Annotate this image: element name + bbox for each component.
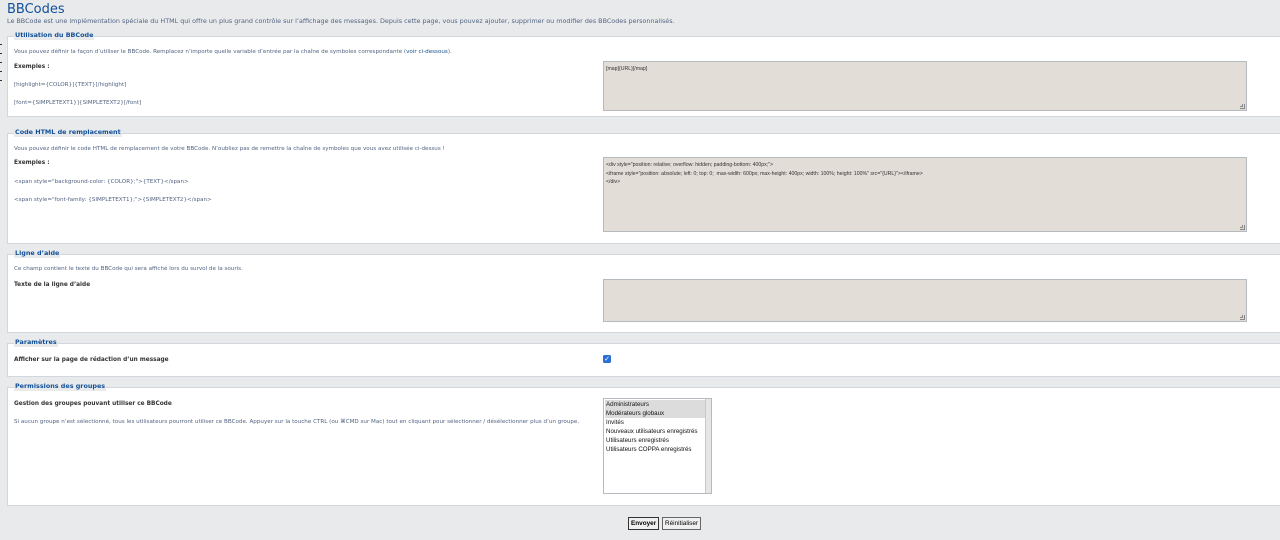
group-option[interactable]: Invités (605, 418, 705, 427)
group-permissions-description: Si aucun groupe n’est sélectionné, tous … (14, 419, 580, 425)
see-below-link[interactable]: voir ci-dessous (406, 49, 448, 55)
usage-description: Vous pouvez définir la façon d’utiliser … (14, 49, 452, 55)
help-line-label: Texte de la ligne d’aide (14, 282, 91, 288)
usage-examples-label: Exemples : (14, 64, 50, 70)
usage-example-1: [highlight={COLOR}]{TEXT}[/highlight] (14, 82, 127, 88)
group-permissions-label: Gestion des groupes pouvant utiliser ce … (14, 401, 172, 407)
usage-legend: Utilisation du BBCode (14, 31, 95, 40)
usage-description-text: Vous pouvez définir la façon d’utiliser … (14, 49, 407, 55)
params-legend: Paramètres (14, 338, 58, 347)
page-title: BBCodes (7, 2, 65, 17)
resize-grip-icon[interactable] (1240, 104, 1245, 109)
reset-button[interactable]: Réinitialiser (662, 517, 702, 530)
help-description: Ce champ contient le texte du BBCode qui… (14, 266, 243, 272)
groups-scrollbar[interactable] (705, 399, 711, 493)
display-on-posting-label: Afficher sur la page de rédaction d’un m… (14, 357, 169, 363)
group-option[interactable]: Utilisateurs COPPA enregistrés (605, 445, 705, 454)
usage-description-end: ). (447, 49, 452, 55)
html-example-1: <span style="background-color: {COLOR};"… (14, 179, 189, 185)
submit-button[interactable]: Envoyer (628, 517, 660, 530)
group-option[interactable]: Nouveaux utilisateurs enregistrés (605, 427, 705, 436)
groups-multiselect[interactable]: Administrateurs Modérateurs globaux Invi… (603, 398, 712, 494)
bbcode-usage-value: [map]{URL}[/map] (606, 66, 648, 72)
group-option[interactable]: Administrateurs (605, 400, 705, 409)
help-line-textarea[interactable] (603, 279, 1247, 322)
left-edge-marks (0, 44, 2, 89)
html-description: Vous pouvez définir le code HTML de remp… (14, 146, 445, 152)
group-option[interactable]: Utilisateurs enregistrés (605, 436, 705, 445)
html-examples-label: Exemples : (14, 160, 50, 166)
params-fieldset: Paramètres Afficher sur la page de rédac… (7, 338, 1280, 377)
help-fieldset: Ligne d’aide Ce champ contient le texte … (7, 249, 1280, 333)
perms-fieldset: Permissions des groupes Gestion des grou… (7, 382, 1280, 506)
html-legend: Code HTML de remplacement (14, 128, 122, 137)
html-example-2: <span style="font-family: {SIMPLETEXT1};… (14, 197, 212, 203)
resize-grip-icon[interactable] (1240, 315, 1245, 320)
display-on-posting-checkbox[interactable]: ✓ (603, 355, 611, 363)
resize-grip-icon[interactable] (1240, 225, 1245, 230)
bbcode-usage-textarea[interactable]: [map]{URL}[/map] (603, 61, 1247, 111)
html-fieldset: Code HTML de remplacement Vous pouvez dé… (7, 128, 1280, 244)
usage-example-2: [font={SIMPLETEXT1}]{SIMPLETEXT2}[/font] (14, 100, 142, 106)
html-replacement-textarea[interactable]: <div style="position: relative; overflow… (603, 157, 1247, 232)
html-replacement-value: <div style="position: relative; overflow… (606, 162, 923, 185)
perms-legend: Permissions des groupes (14, 382, 107, 391)
page-intro: Le BBCode est une implémentation spécial… (7, 17, 675, 25)
help-legend: Ligne d’aide (14, 249, 61, 258)
usage-fieldset: Utilisation du BBCode Vous pouvez défini… (7, 31, 1280, 117)
group-option[interactable]: Modérateurs globaux (605, 409, 705, 418)
